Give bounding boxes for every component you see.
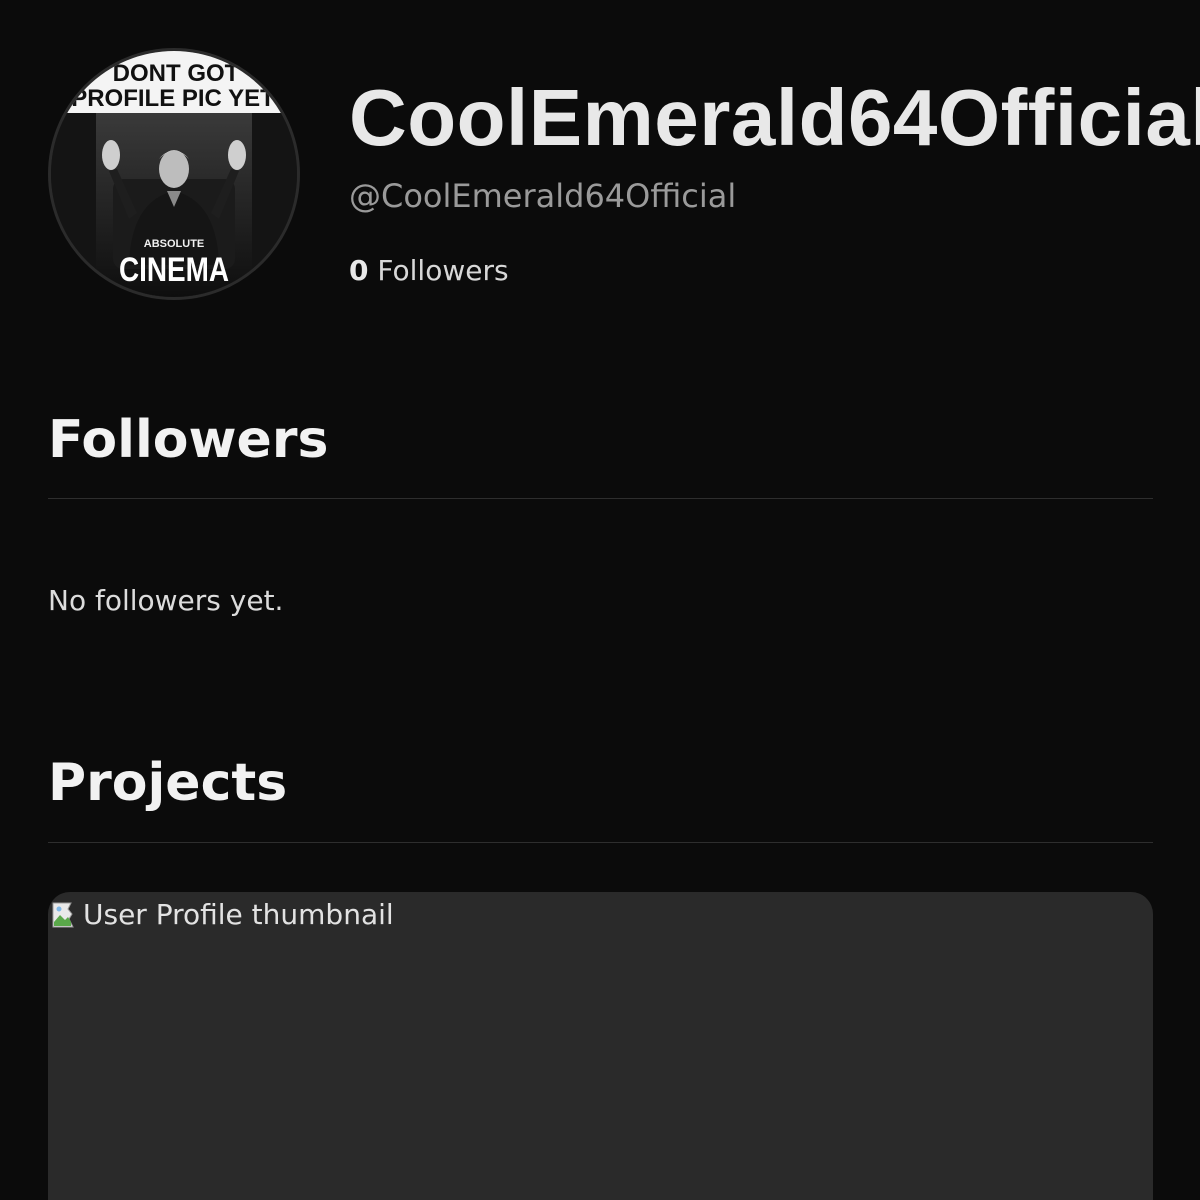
avatar-image: DONT GOT PROFILE PIC YET ABSOLUTE CINEMA (51, 51, 297, 297)
display-name: CoolEmerald64Official (349, 73, 1200, 162)
avatar-text-line2: PROFILE PIC YET (71, 85, 275, 112)
follower-count-label: Followers (377, 254, 509, 287)
project-card[interactable]: User Profile thumbnail (48, 892, 1153, 1200)
thumbnail-alt-text: User Profile thumbnail (83, 898, 394, 931)
avatar-text-line1: DONT GOT (113, 60, 240, 87)
followers-heading: Followers (48, 410, 329, 470)
follower-count-number: 0 (349, 254, 369, 287)
followers-divider (48, 498, 1153, 499)
projects-heading: Projects (48, 753, 288, 813)
followers-empty-message: No followers yet. (48, 584, 284, 617)
avatar-caption-small: ABSOLUTE (144, 238, 205, 250)
follower-count[interactable]: 0 Followers (349, 254, 509, 288)
project-thumbnail[interactable]: User Profile thumbnail (51, 895, 394, 935)
profile-header: DONT GOT PROFILE PIC YET ABSOLUTE CINEMA… (48, 48, 1200, 302)
profile-page: DONT GOT PROFILE PIC YET ABSOLUTE CINEMA… (0, 0, 1200, 1200)
broken-image-icon (52, 902, 74, 928)
projects-divider (48, 842, 1153, 843)
avatar-caption-big: CINEMA (119, 251, 229, 289)
user-handle: @CoolEmerald64Official (349, 177, 737, 215)
avatar[interactable]: DONT GOT PROFILE PIC YET ABSOLUTE CINEMA (48, 48, 300, 300)
